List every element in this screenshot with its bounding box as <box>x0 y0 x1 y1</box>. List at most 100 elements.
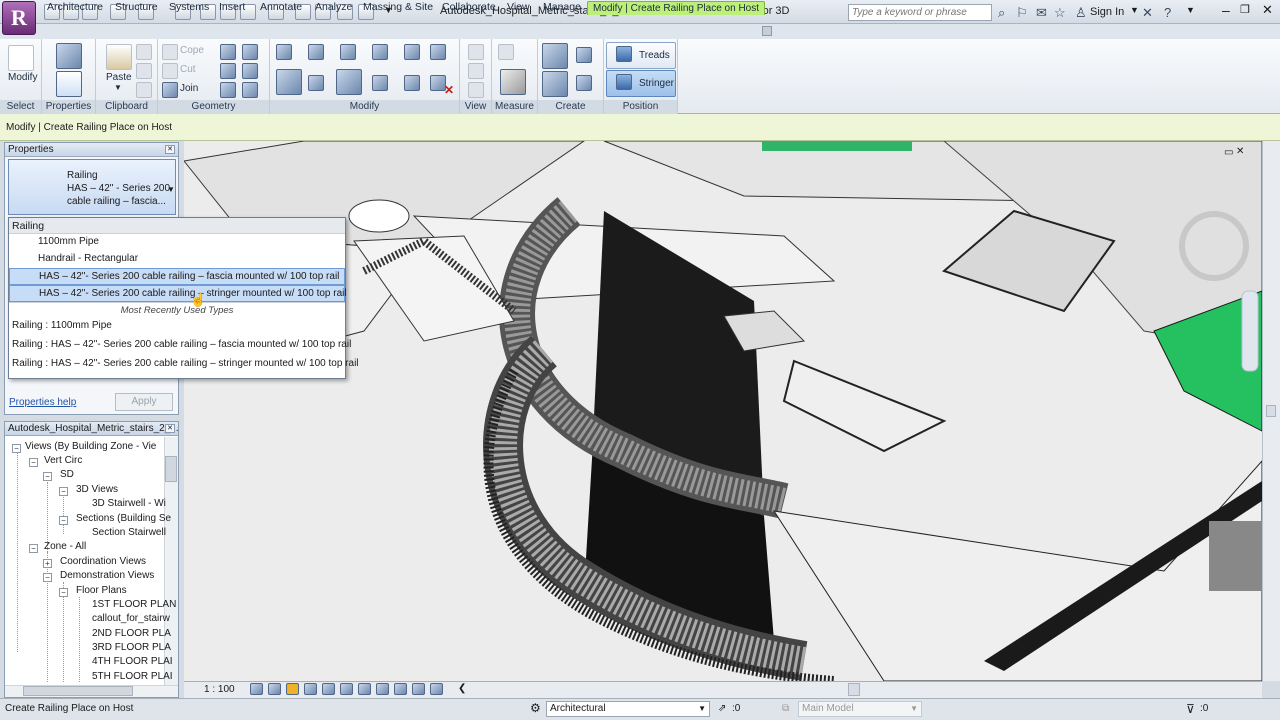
split-icon[interactable] <box>404 44 420 60</box>
application-menu-button[interactable]: R <box>2 1 36 35</box>
tree-toggle-sections[interactable]: − <box>59 516 68 525</box>
dropdown-item-stringer-mounted[interactable]: HAS – 42"- Series 200 cable railing – st… <box>9 285 347 302</box>
recent-item-stringer-mounted[interactable]: Railing : HAS – 42"- Series 200 cable ra… <box>9 355 359 374</box>
tab-insert[interactable]: Insert <box>214 1 250 15</box>
active-workset-select[interactable]: Architectural ▼ <box>546 701 710 717</box>
exchange-icon[interactable]: ✕ <box>1142 5 1153 21</box>
mirror-draw-icon[interactable] <box>372 44 388 60</box>
project-browser-close-icon[interactable]: ✕ <box>165 424 175 433</box>
tree-item-3rd-floor-plan[interactable]: 3RD FLOOR PLA <box>92 641 171 655</box>
view-controls-more-icon[interactable]: ❮ <box>458 683 466 694</box>
mirror-axis-icon[interactable] <box>340 44 356 60</box>
tree-item-views-root[interactable]: Views (By Building Zone - Vie <box>25 440 156 454</box>
delete-icon[interactable]: ✕ <box>444 83 454 97</box>
view-vertical-scrollbar[interactable] <box>1262 141 1280 681</box>
communication-icon[interactable]: ✉ <box>1036 5 1047 21</box>
pin-icon[interactable] <box>430 44 446 60</box>
lock-view-icon[interactable] <box>376 683 389 695</box>
create-assembly-icon[interactable] <box>576 75 592 91</box>
properties-icon[interactable] <box>56 71 82 97</box>
tab-modify-create-railing[interactable]: Modify | Create Railing Place on Host <box>587 1 766 15</box>
ribbon-toggle-icon[interactable] <box>762 26 772 36</box>
tree-toggle-sd[interactable]: − <box>43 472 52 481</box>
type-selector[interactable]: Railing HAS – 42" - Series 200 cable rai… <box>8 159 176 215</box>
shadows-icon[interactable] <box>304 683 317 695</box>
tab-analyze[interactable]: Analyze <box>310 1 357 15</box>
tree-toggle-vert-circ[interactable]: − <box>29 458 38 467</box>
help-dropdown-icon[interactable]: ▼ <box>1186 5 1195 15</box>
tree-toggle-views[interactable]: − <box>12 444 21 453</box>
reveal-hidden-icon[interactable] <box>412 683 425 695</box>
worksets-icon[interactable]: ⚙ <box>530 701 541 715</box>
recent-item-1100mm-pipe[interactable]: Railing : 1100mm Pipe <box>9 317 345 336</box>
create-similar-icon[interactable] <box>542 43 568 69</box>
paste-icon[interactable] <box>106 44 132 70</box>
create-parts-icon[interactable] <box>576 47 592 63</box>
browser-hscroll-thumb[interactable] <box>23 686 133 696</box>
restore-icon[interactable]: ❐ <box>1240 3 1250 16</box>
tree-item-2nd-floor-plan[interactable]: 2ND FLOOR PLA <box>92 627 171 641</box>
temp-hide-icon[interactable] <box>394 683 407 695</box>
tree-item-3d-views[interactable]: 3D Views <box>76 483 118 497</box>
recent-item-fascia-mounted[interactable]: Railing : HAS – 42"- Series 200 cable ra… <box>9 336 351 355</box>
type-dropdown-icon[interactable]: ▼ <box>167 185 175 194</box>
view-scroll-thumb[interactable] <box>848 683 860 696</box>
tree-toggle-3d-views[interactable]: − <box>59 487 68 496</box>
tree-item-sections[interactable]: Sections (Building Se <box>76 512 171 526</box>
panel-select-label[interactable]: Select <box>0 100 41 114</box>
tab-annotate[interactable]: Annotate <box>255 1 307 15</box>
tab-manage[interactable]: Manage <box>538 1 586 15</box>
sign-in-dropdown-icon[interactable]: ▼ <box>1130 5 1139 15</box>
render-icon[interactable] <box>322 683 335 695</box>
binoculars-icon[interactable]: ⌕ <box>998 5 1005 21</box>
modify-button[interactable]: Modify <box>8 72 37 83</box>
remove-paint-icon[interactable] <box>242 82 258 98</box>
tree-item-coordination-views[interactable]: Coordination Views <box>60 555 146 569</box>
tree-item-1st-floor-plan[interactable]: 1ST FLOOR PLAN <box>92 598 176 612</box>
edit-profile-icon[interactable] <box>220 82 236 98</box>
search-input[interactable]: Type a keyword or phrase <box>848 4 992 21</box>
move-icon[interactable] <box>276 69 302 95</box>
demolish-icon[interactable] <box>242 63 258 79</box>
tree-item-section-stairwell[interactable]: Section Stairwell <box>92 526 166 540</box>
tree-item-floor-plans[interactable]: Floor Plans <box>76 584 127 598</box>
dropdown-item-1100mm-pipe[interactable]: 1100mm Pipe <box>9 234 345 251</box>
close-icon[interactable]: ✕ <box>1262 2 1273 18</box>
aligned-dimension-icon[interactable] <box>500 69 526 95</box>
show-crop-icon[interactable] <box>358 683 371 695</box>
tab-architecture[interactable]: Architecture <box>42 1 108 15</box>
tree-item-4th-floor-plan[interactable]: 4TH FLOOR PLAI <box>92 655 173 669</box>
view-close-icon[interactable]: ✕ <box>1236 146 1244 157</box>
rotate-icon[interactable] <box>336 69 362 95</box>
tab-collaborate[interactable]: Collaborate <box>437 1 501 15</box>
filter-icon[interactable]: ⊽ <box>1186 702 1195 716</box>
tree-toggle-demonstration[interactable]: − <box>43 573 52 582</box>
tab-systems[interactable]: Systems <box>164 1 214 15</box>
cursor-icon[interactable] <box>8 45 34 71</box>
crop-view-icon[interactable] <box>340 683 353 695</box>
minimize-icon[interactable]: – <box>1222 2 1230 18</box>
tree-item-sd[interactable]: SD <box>60 468 74 482</box>
align-icon[interactable] <box>276 44 292 60</box>
tree-item-5th-floor-plan[interactable]: 5TH FLOOR PLAI <box>92 670 173 684</box>
properties-close-icon[interactable]: ✕ <box>165 145 175 154</box>
paste-dropdown-icon[interactable]: ▼ <box>114 83 122 92</box>
browser-scroll-thumb[interactable] <box>165 456 177 482</box>
tab-view[interactable]: View <box>502 1 535 15</box>
dropdown-item-handrail-rectangular[interactable]: Handrail - Rectangular <box>9 251 345 268</box>
tree-item-zone-all[interactable]: Zone - All <box>44 540 86 554</box>
copy-icon[interactable] <box>308 75 324 91</box>
create-group-icon[interactable] <box>542 71 568 97</box>
tree-item-vert-circ[interactable]: Vert Circ <box>44 454 82 468</box>
tab-structure[interactable]: Structure <box>110 1 163 15</box>
tree-toggle-zone-all[interactable]: − <box>29 544 38 553</box>
dropdown-item-fascia-mounted[interactable]: HAS – 42"- Series 200 cable railing – fa… <box>9 268 345 285</box>
tree-item-3d-stairwell[interactable]: 3D Stairwell - Wi <box>92 497 166 511</box>
wall-joins-icon[interactable] <box>220 63 236 79</box>
sign-in-link[interactable]: Sign In <box>1090 6 1124 18</box>
trim-icon[interactable] <box>372 75 388 91</box>
help-icon[interactable]: ? <box>1164 5 1171 20</box>
sun-path-icon[interactable] <box>286 683 299 695</box>
offset-icon[interactable] <box>308 44 324 60</box>
tree-item-demonstration-views[interactable]: Demonstration Views <box>60 569 154 583</box>
